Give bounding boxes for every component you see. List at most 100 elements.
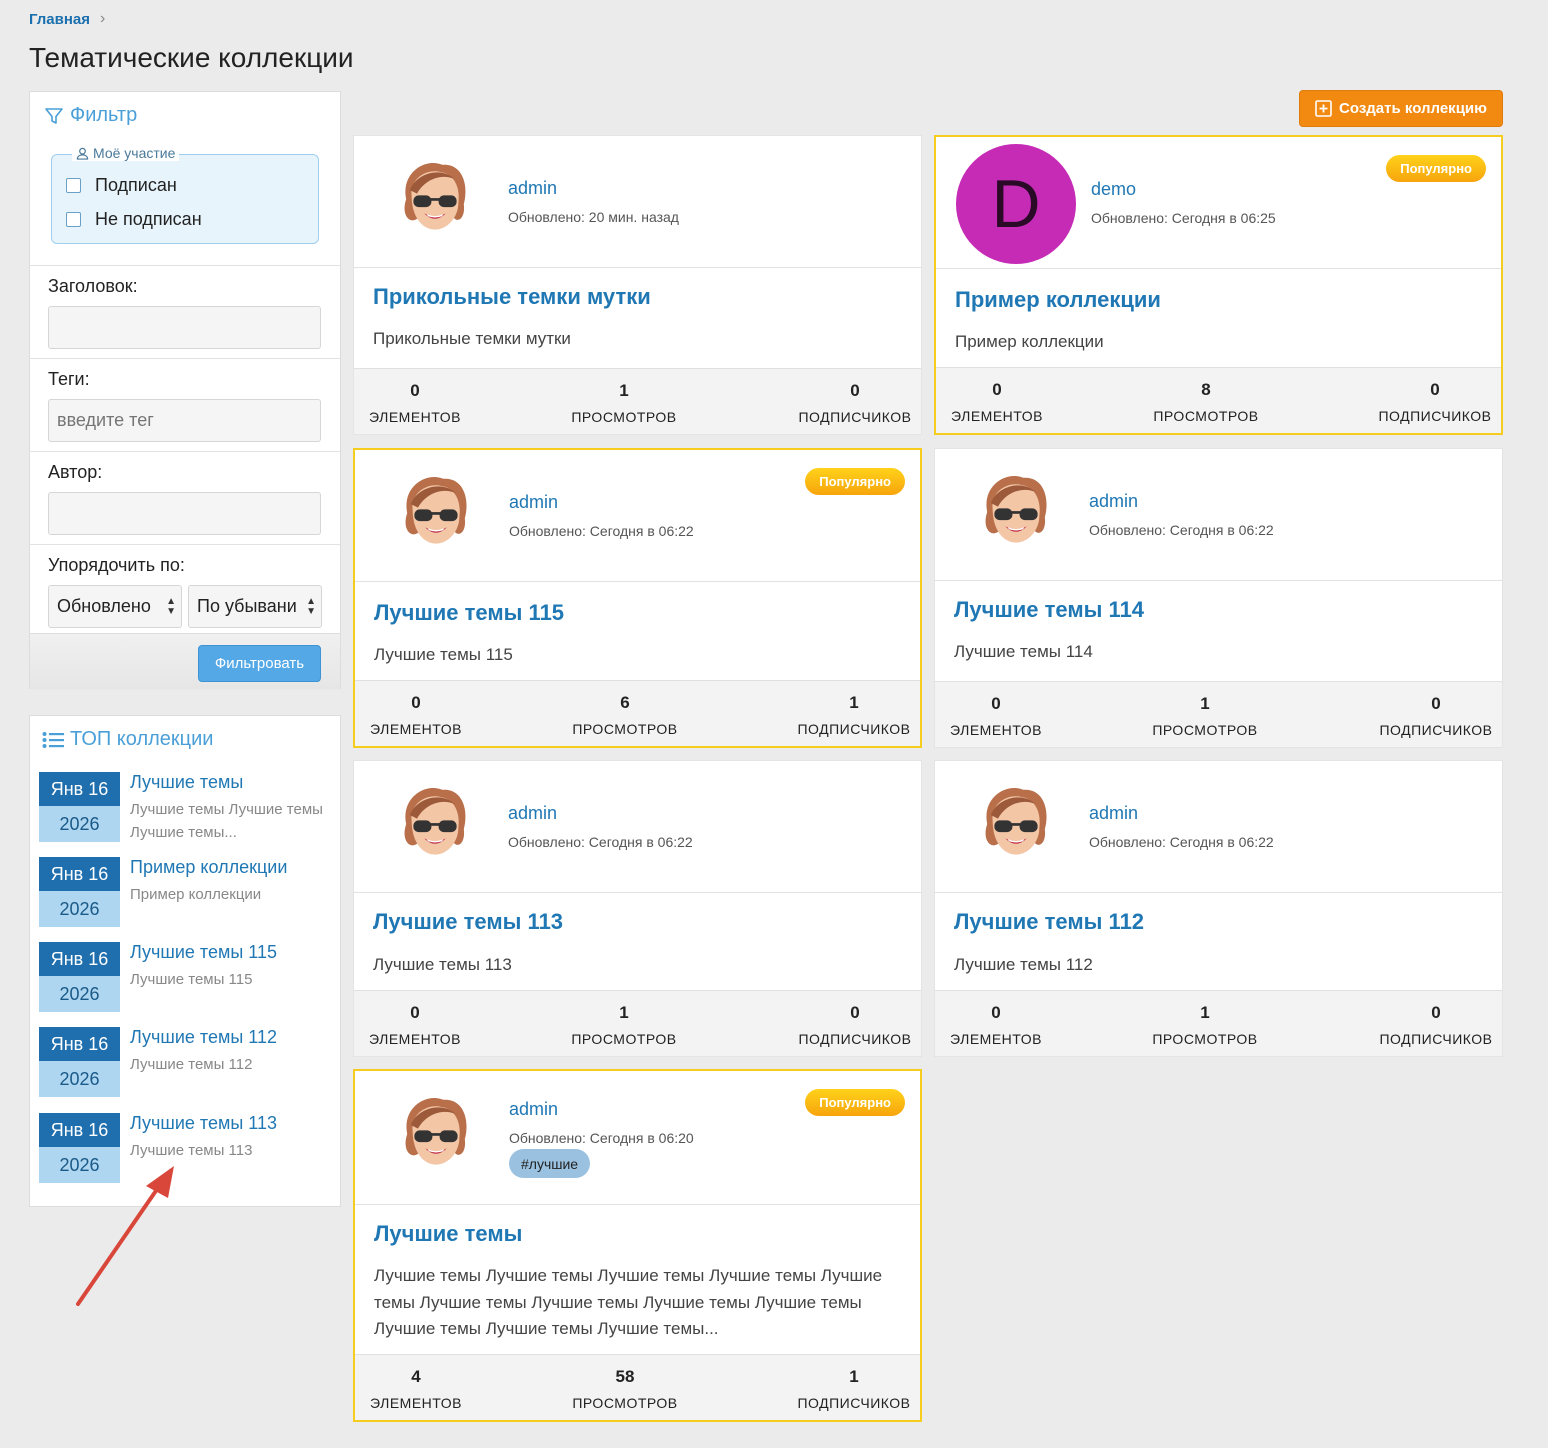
collection-card[interactable]: admin Обновлено: 20 мин. назад Прикольны…	[353, 135, 922, 435]
order-direction-select[interactable]: По убывани ▲ ▼	[188, 585, 322, 628]
stat-elements: 0 ЭЛЕМЕНТОВ	[936, 368, 1058, 434]
stat-subscribers: 0 ПОДПИСЧИКОВ	[1370, 682, 1502, 748]
stat-subscribers-label: ПОДПИСЧИКОВ	[798, 409, 912, 425]
card-updated: Обновлено: Сегодня в 06:22	[509, 523, 694, 539]
author-input[interactable]	[48, 492, 321, 535]
popular-badge: Популярно	[805, 1089, 905, 1116]
collection-card[interactable]: admin Обновлено: Сегодня в 06:22 Лучшие …	[934, 760, 1503, 1057]
not-subscribed-option[interactable]: Не подписан	[66, 209, 202, 230]
divider	[30, 265, 340, 266]
card-header: admin Обновлено: Сегодня в 06:22 Популяр…	[355, 450, 920, 582]
top-collection-title[interactable]: Лучшие темы	[130, 772, 243, 793]
top-collections-header: ТОП коллекции	[42, 728, 213, 751]
card-author-link[interactable]: admin	[1089, 803, 1138, 824]
card-updated: Обновлено: Сегодня в 06:25	[1091, 210, 1276, 226]
stat-views-value: 1	[1200, 694, 1210, 713]
top-collection-item[interactable]: Янв 16 2026 Лучшие темы Лучшие темы Лучш…	[39, 772, 334, 842]
filter-button[interactable]: Фильтровать	[198, 645, 321, 682]
card-stats: 0 ЭЛЕМЕНТОВ 8 ПРОСМОТРОВ 0 ПОДПИСЧИКОВ	[936, 367, 1501, 433]
stat-views: 6 ПРОСМОТРОВ	[555, 681, 695, 747]
stat-elements-value: 0	[991, 694, 1001, 713]
collection-card[interactable]: admin Обновлено: Сегодня в 06:20 #лучшие…	[353, 1069, 922, 1422]
top-collection-title[interactable]: Лучшие темы 113	[130, 1113, 277, 1134]
stat-subscribers-label: ПОДПИСЧИКОВ	[1379, 1031, 1493, 1047]
stat-elements-label: ЭЛЕМЕНТОВ	[950, 1031, 1042, 1047]
order-direction-value: По убывани	[197, 596, 297, 616]
card-title[interactable]: Лучшие темы 113	[373, 909, 563, 935]
card-title[interactable]: Лучшие темы 115	[374, 600, 564, 626]
subscribed-option[interactable]: Подписан	[66, 175, 177, 196]
card-author-link[interactable]: demo	[1091, 179, 1136, 200]
avatar-icon	[404, 787, 466, 855]
order-field-select[interactable]: Обновлено ▲ ▼	[48, 585, 182, 628]
subscribed-checkbox[interactable]	[66, 178, 81, 193]
card-author-link[interactable]: admin	[1089, 491, 1138, 512]
top-collection-title[interactable]: Лучшие темы 115	[130, 942, 277, 963]
collection-card[interactable]: D demo Обновлено: Сегодня в 06:25 Популя…	[934, 135, 1503, 435]
top-collection-desc: Лучшие темы 115	[130, 971, 253, 988]
stat-views: 1 ПРОСМОТРОВ	[1135, 682, 1275, 748]
stat-subscribers: 0 ПОДПИСЧИКОВ	[789, 369, 921, 435]
date-block: Янв 16 2026	[39, 772, 120, 842]
top-collection-title[interactable]: Пример коллекции	[130, 857, 287, 878]
stat-views: 1 ПРОСМОТРОВ	[1135, 991, 1275, 1057]
top-collection-item[interactable]: Янв 16 2026 Лучшие темы 115 Лучшие темы …	[39, 942, 334, 1012]
card-author-link[interactable]: admin	[509, 1099, 558, 1120]
stat-views-label: ПРОСМОТРОВ	[1153, 408, 1259, 424]
card-title[interactable]: Лучшие темы	[374, 1221, 522, 1247]
top-collections-title: ТОП коллекции	[70, 728, 214, 750]
tag-chip[interactable]: #лучшие	[509, 1149, 591, 1178]
heading-label: Заголовок:	[48, 276, 138, 296]
date-day: Янв 16	[39, 772, 120, 806]
stat-subscribers-value: 0	[1430, 380, 1440, 399]
top-collection-item[interactable]: Янв 16 2026 Пример коллекции Пример колл…	[39, 857, 334, 927]
heading-input[interactable]	[48, 306, 321, 349]
stat-views-label: ПРОСМОТРОВ	[1152, 1031, 1258, 1047]
stat-views: 1 ПРОСМОТРОВ	[554, 991, 694, 1057]
breadcrumb-separator-icon: ›	[100, 10, 106, 27]
card-header: admin Обновлено: Сегодня в 06:22	[935, 761, 1502, 893]
breadcrumb-home-link[interactable]: Главная	[29, 11, 90, 28]
stat-views: 1 ПРОСМОТРОВ	[554, 369, 694, 435]
card-stats: 0 ЭЛЕМЕНТОВ 1 ПРОСМОТРОВ 0 ПОДПИСЧИКОВ	[935, 681, 1502, 747]
card-desc: Лучшие темы Лучшие темы Лучшие темы Лучш…	[374, 1266, 883, 1338]
card-title[interactable]: Лучшие темы 114	[954, 597, 1144, 623]
stat-subscribers: 1 ПОДПИСЧИКОВ	[788, 681, 920, 747]
filter-title: Фильтр	[70, 104, 138, 126]
card-title[interactable]: Пример коллекции	[955, 287, 1161, 313]
card-title[interactable]: Прикольные темки мутки	[373, 284, 651, 310]
top-collection-title[interactable]: Лучшие темы 112	[130, 1027, 277, 1048]
card-author-link[interactable]: admin	[508, 803, 557, 824]
plus-square-icon	[1315, 100, 1332, 117]
user-icon	[76, 147, 89, 160]
date-day: Янв 16	[39, 1027, 120, 1061]
not-subscribed-checkbox[interactable]	[66, 212, 81, 227]
stat-views-value: 1	[619, 1003, 629, 1022]
create-collection-button[interactable]: Создать коллекцию	[1299, 90, 1503, 127]
avatar-icon	[985, 475, 1047, 543]
stat-elements-value: 0	[991, 1003, 1001, 1022]
avatar-icon	[405, 1097, 467, 1165]
top-collection-item[interactable]: Янв 16 2026 Лучшие темы 112 Лучшие темы …	[39, 1027, 334, 1097]
participation-legend-text: Моё участие	[93, 145, 176, 161]
stat-subscribers: 0 ПОДПИСЧИКОВ	[1369, 368, 1501, 434]
collection-card[interactable]: admin Обновлено: Сегодня в 06:22 Популяр…	[353, 448, 922, 748]
collection-card[interactable]: admin Обновлено: Сегодня в 06:22 Лучшие …	[934, 448, 1503, 748]
order-label: Упорядочить по:	[48, 555, 185, 575]
card-header: admin Обновлено: 20 мин. назад	[354, 136, 921, 268]
card-updated: Обновлено: Сегодня в 06:22	[1089, 522, 1274, 538]
card-title[interactable]: Лучшие темы 112	[954, 909, 1144, 935]
tags-input[interactable]	[48, 399, 321, 442]
card-updated: Обновлено: 20 мин. назад	[508, 209, 679, 225]
card-author-link[interactable]: admin	[509, 492, 558, 513]
date-block: Янв 16 2026	[39, 942, 120, 1012]
stat-subscribers-value: 0	[1431, 1003, 1441, 1022]
stat-elements: 0 ЭЛЕМЕНТОВ	[935, 682, 1057, 748]
collection-card[interactable]: admin Обновлено: Сегодня в 06:22 Лучшие …	[353, 760, 922, 1057]
list-icon	[42, 731, 64, 748]
date-block: Янв 16 2026	[39, 857, 120, 927]
card-desc: Пример коллекции	[955, 332, 1104, 351]
stat-elements-label: ЭЛЕМЕНТОВ	[369, 1031, 461, 1047]
funnel-icon	[45, 107, 63, 124]
card-author-link[interactable]: admin	[508, 178, 557, 199]
